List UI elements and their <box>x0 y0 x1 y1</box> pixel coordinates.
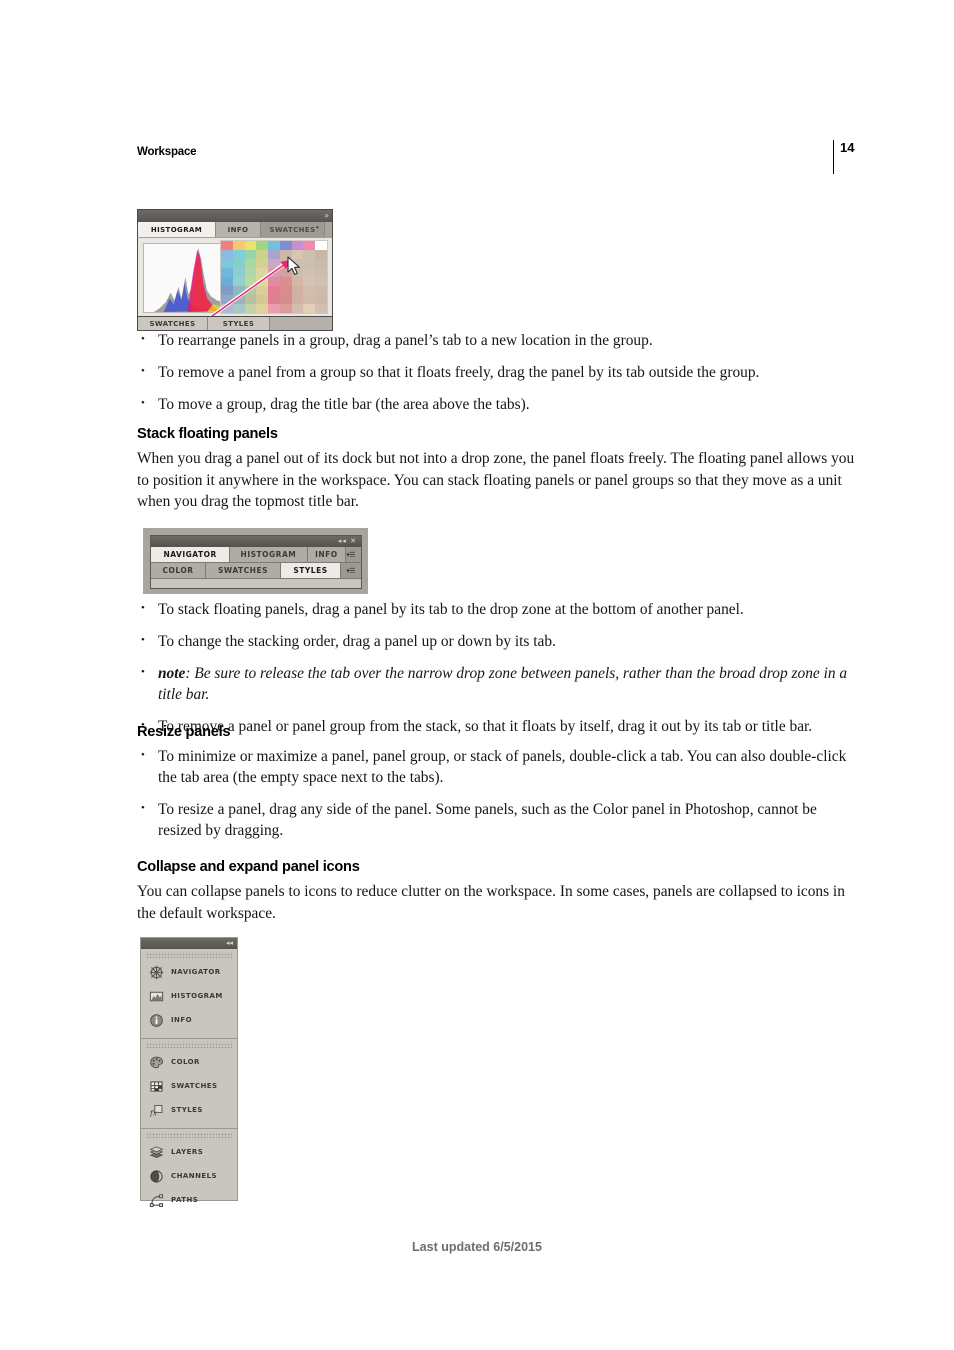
svg-text:fx: fx <box>149 1108 158 1117</box>
list-item: To rearrange panels in a group, drag a p… <box>137 329 862 351</box>
icon-group-3: LAYERS CHANNELS PATHS <box>141 1128 237 1218</box>
figure1-bottom-tab-strip: SWATCHES STYLES <box>137 317 333 331</box>
figure1-tab-swatches: SWATCHES • <box>261 222 325 237</box>
drag-grip <box>146 1132 232 1138</box>
section-collapse-expand-panel-icons: Collapse and expand panel icons You can … <box>137 859 862 924</box>
double-chevron-right-icon: » <box>324 211 329 220</box>
info-circle-icon <box>148 1012 164 1028</box>
drag-grip <box>146 952 232 958</box>
paragraph-stack-floating-panels: When you drag a panel out of its dock bu… <box>137 450 855 510</box>
icon-group-1: NAVIGATOR HISTOGRAM INFO <box>141 949 237 1038</box>
document-page: Workspace 14 » HISTOGRAM INFO SWATCHES • <box>0 0 954 1350</box>
figure1-panel-body <box>137 237 333 317</box>
swatches-grid-overlay <box>220 240 328 314</box>
section-resize-panels: Resize panels To minimize or maximize a … <box>137 724 862 852</box>
channels-sphere-icon <box>148 1168 164 1184</box>
collapse-and-close-icons: ◂◂ ✕ <box>337 537 357 545</box>
running-title: Workspace <box>137 146 197 158</box>
tab-overflow-icon: • <box>315 224 320 232</box>
figure-collapsed-panel-icons: ◂◂ NAVIGATOR HISTOGRAM INFO COLOR SWATCH… <box>140 937 238 1207</box>
heading-collapse-expand-panel-icons: Collapse and expand panel icons <box>137 859 360 875</box>
color-palette-icon <box>148 1054 164 1070</box>
mouse-pointer-icon <box>287 256 300 275</box>
panel-icon-info: INFO <box>141 1008 237 1032</box>
heading-resize-panels: Resize panels <box>137 724 231 740</box>
panel-icon-label: PATHS <box>171 1196 199 1204</box>
figure2-tab-info: INFO <box>307 547 347 563</box>
heading-stack-floating-panels: Stack floating panels <box>137 426 278 442</box>
page-footer: Last updated 6/5/2015 <box>412 1240 542 1254</box>
drag-grip <box>146 1042 232 1048</box>
panel-icon-label: STYLES <box>171 1106 203 1114</box>
figure1-bottom-tab-swatches: SWATCHES <box>138 317 208 330</box>
page-number: 14 <box>840 140 855 155</box>
paths-anchor-icon <box>148 1192 164 1208</box>
figure2-tab-navigator: NAVIGATOR <box>151 547 231 563</box>
icon-group-2: COLOR SWATCHES fx STYLES <box>141 1038 237 1128</box>
panel-icon-label: HISTOGRAM <box>171 992 223 1000</box>
panel-menu-icon: ▾☰ <box>341 563 361 579</box>
navigator-wheel-icon <box>148 964 164 980</box>
panel-icon-label: SWATCHES <box>171 1082 218 1090</box>
list-item: To move a group, drag the title bar (the… <box>137 393 862 415</box>
figure2-tab-row-1: NAVIGATOR HISTOGRAM INFO ▾☰ <box>151 547 361 563</box>
figure-panel-group-drag: » HISTOGRAM INFO SWATCHES • SWATCHES STY… <box>137 209 333 331</box>
figure2-tab-styles: STYLES <box>281 563 341 579</box>
section-stack-floating-panels: Stack floating panels When you drag a pa… <box>137 426 862 513</box>
figure1-tab-info: INFO <box>216 222 261 237</box>
list-item: To remove a panel from a group so that i… <box>137 361 862 383</box>
figure2-tab-color: COLOR <box>151 563 206 579</box>
histogram-icon <box>148 988 164 1004</box>
list-item: To resize a panel, drag any side of the … <box>137 798 862 841</box>
expand-panels-icon: ◂◂ <box>225 939 233 947</box>
figure1-tab-strip: HISTOGRAM INFO SWATCHES • <box>137 222 333 237</box>
bullet-list-rearrange: To rearrange panels in a group, drag a p… <box>137 329 862 426</box>
styles-fx-icon: fx <box>148 1102 164 1118</box>
page-header: Workspace 14 <box>137 140 862 174</box>
figure3-titlebar: ◂◂ <box>141 938 237 949</box>
panel-icon-layers: LAYERS <box>141 1140 237 1164</box>
panel-icon-styles: fx STYLES <box>141 1098 237 1122</box>
list-item: To change the stacking order, drag a pan… <box>137 630 862 652</box>
swatches-grid-icon <box>148 1078 164 1094</box>
panel-menu-icon: ▾☰ <box>346 547 361 563</box>
figure-stacked-floating-panels: ◂◂ ✕ NAVIGATOR HISTOGRAM INFO ▾☰ COLOR S… <box>143 528 368 594</box>
panel-icon-label: LAYERS <box>171 1148 204 1156</box>
figure2-tab-swatches: SWATCHES <box>206 563 281 579</box>
figure2-drop-zone <box>151 579 361 588</box>
panel-icon-paths: PATHS <box>141 1188 237 1212</box>
list-item: To stack floating panels, drag a panel b… <box>137 598 862 620</box>
figure2-frame: ◂◂ ✕ NAVIGATOR HISTOGRAM INFO ▾☰ COLOR S… <box>150 535 362 589</box>
figure1-tab-swatches-label: SWATCHES <box>269 225 316 234</box>
header-divider-rule <box>833 140 834 174</box>
panel-icon-histogram: HISTOGRAM <box>141 984 237 1008</box>
panel-icon-label: CHANNELS <box>171 1172 218 1180</box>
panel-icon-swatches: SWATCHES <box>141 1074 237 1098</box>
figure1-tab-histogram: HISTOGRAM <box>138 222 216 237</box>
note-text: : Be sure to release the tab over the na… <box>158 665 848 703</box>
panel-icon-label: INFO <box>171 1016 192 1024</box>
figure1-titlebar: » <box>137 209 333 222</box>
panel-icon-label: COLOR <box>171 1058 200 1066</box>
note-label: note <box>158 665 186 682</box>
panel-icon-navigator: NAVIGATOR <box>141 960 237 984</box>
figure2-titlebar: ◂◂ ✕ <box>151 536 361 547</box>
figure2-tab-histogram: HISTOGRAM <box>230 547 308 563</box>
panel-icon-color: COLOR <box>141 1050 237 1074</box>
panel-icon-channels: CHANNELS <box>141 1164 237 1188</box>
panel-icon-label: NAVIGATOR <box>171 968 221 976</box>
figure2-tab-row-2: COLOR SWATCHES STYLES ▾☰ <box>151 563 361 579</box>
paragraph-collapse-expand-panel-icons: You can collapse panels to icons to redu… <box>137 883 845 922</box>
figure1-bottom-tab-styles: STYLES <box>208 317 270 330</box>
note-block: note: Be sure to release the tab over th… <box>137 662 862 705</box>
list-item: To minimize or maximize a panel, panel g… <box>137 745 862 788</box>
layers-stack-icon <box>148 1144 164 1160</box>
